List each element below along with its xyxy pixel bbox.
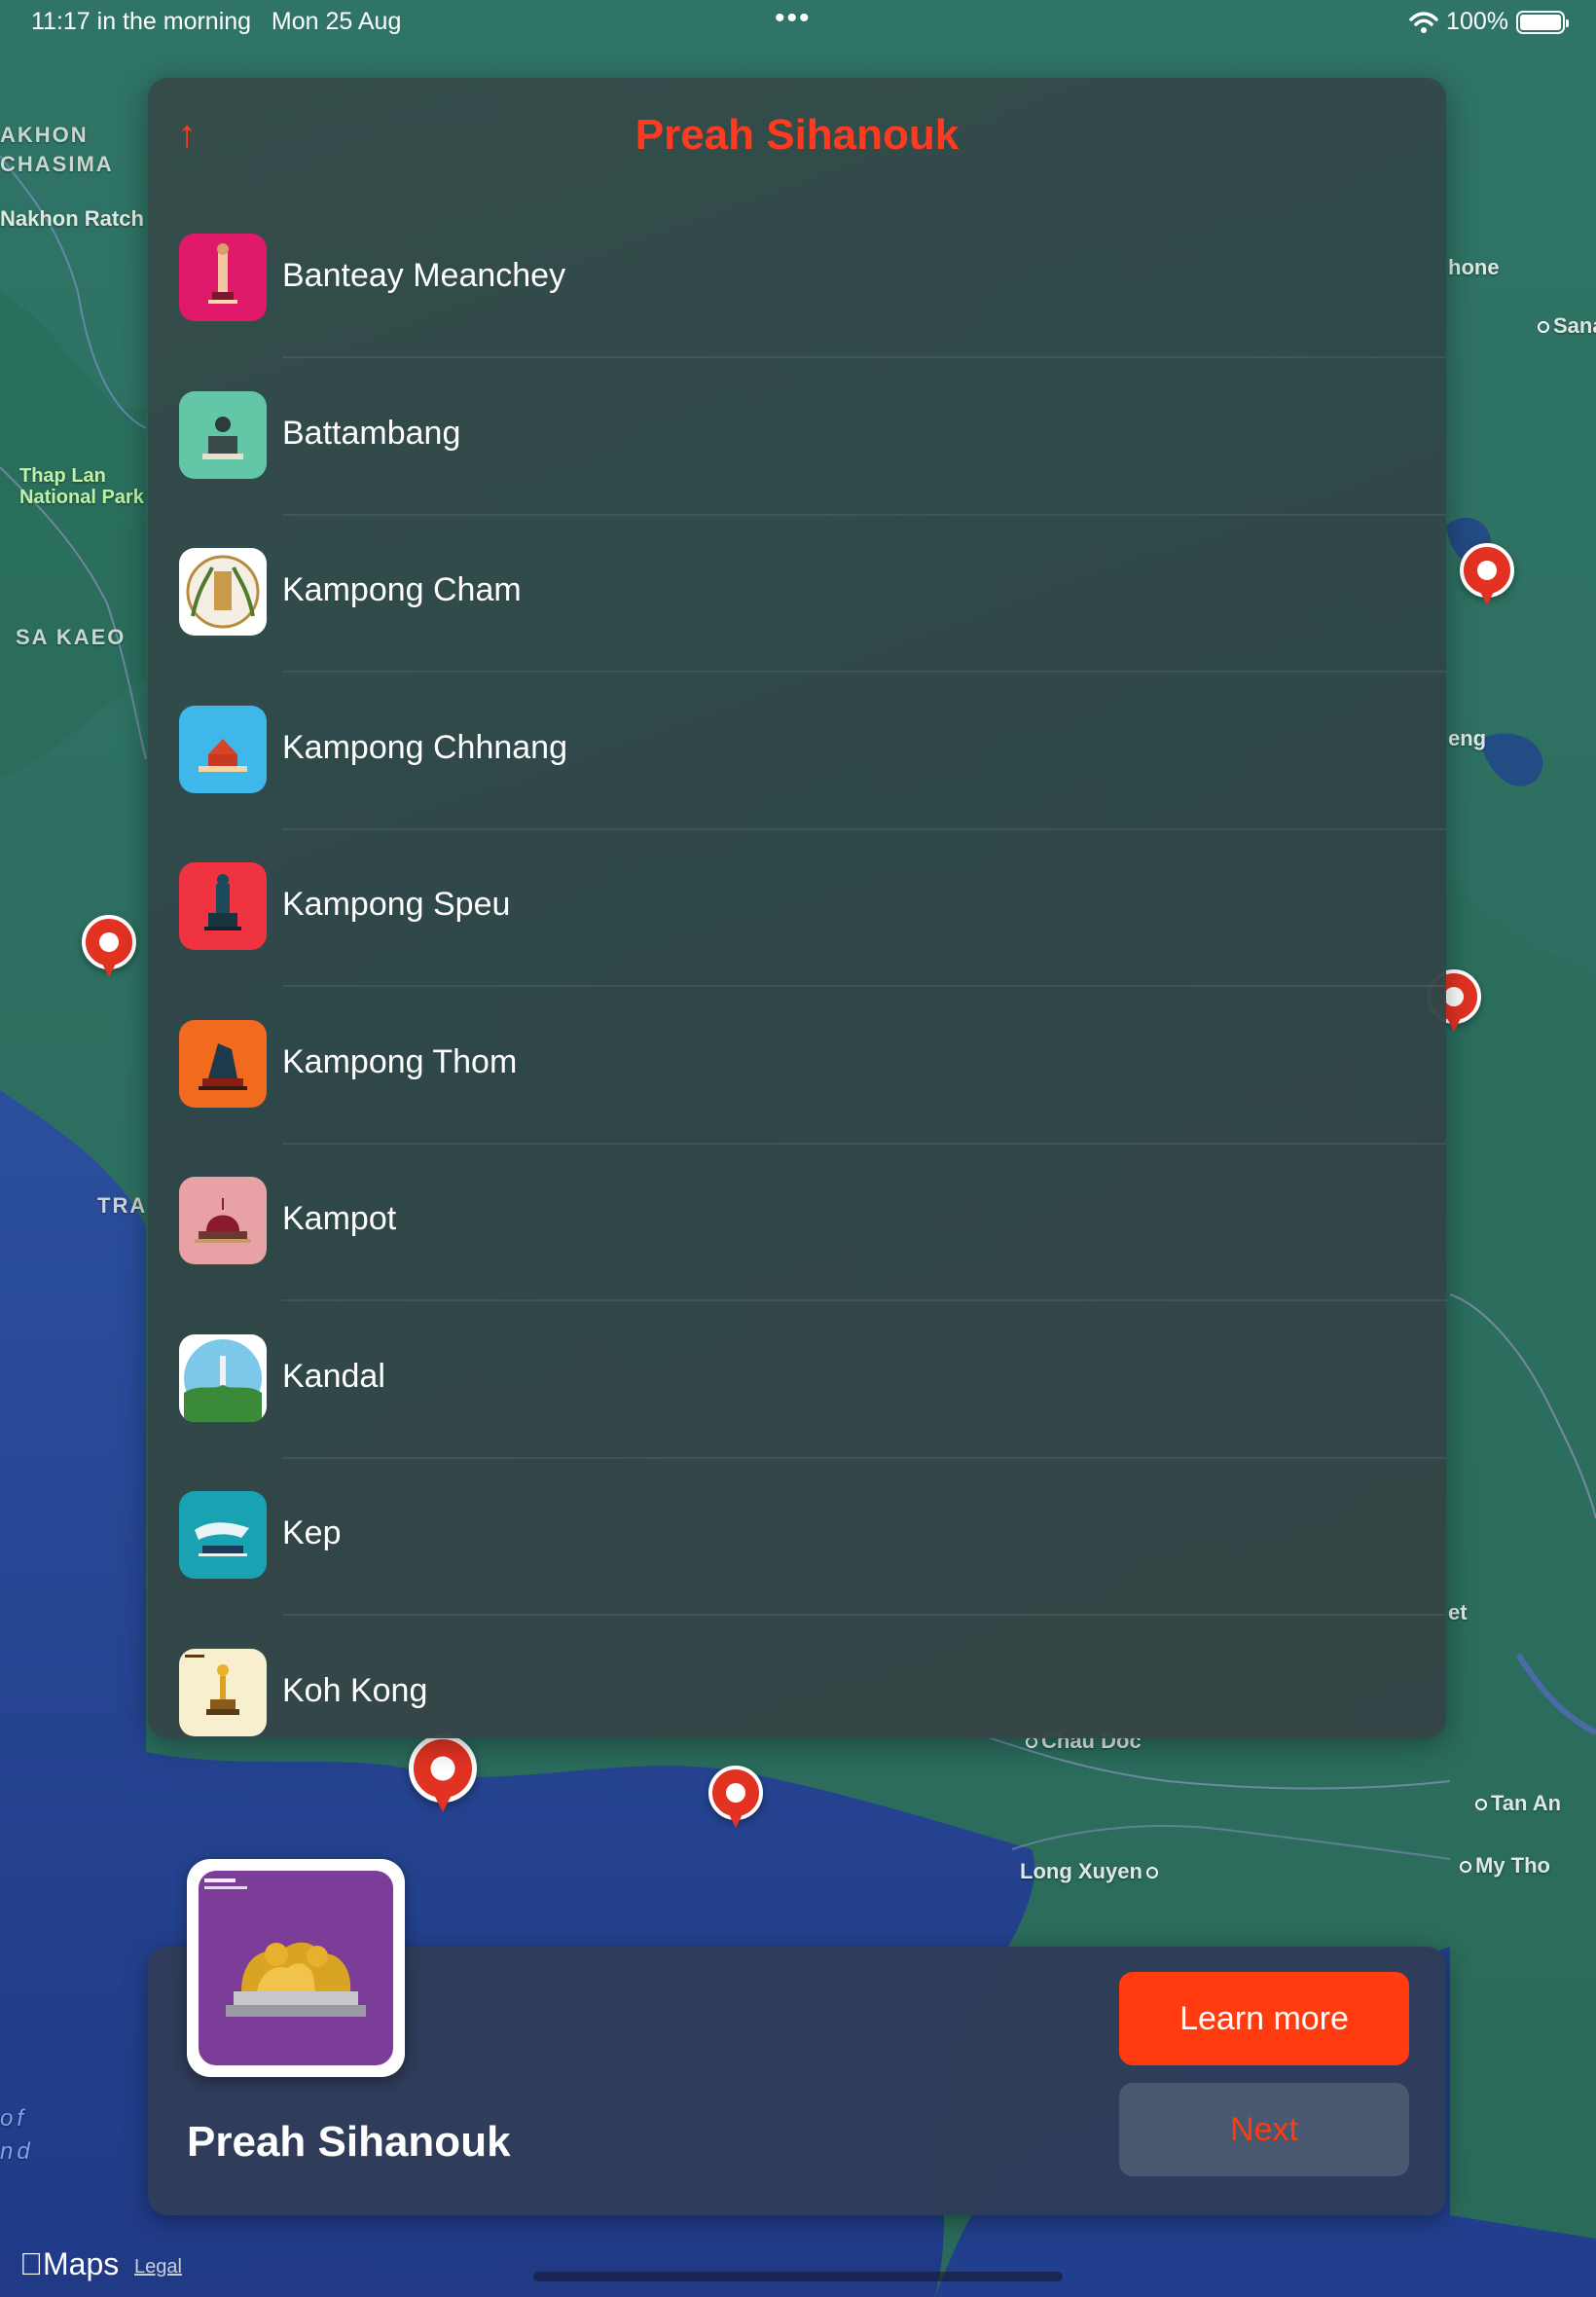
province-name: Koh Kong — [282, 1671, 428, 1709]
row-divider — [282, 513, 1446, 516]
map-label-line: National Park — [19, 487, 144, 508]
featured-province-name: Preah Sihanouk — [187, 2118, 511, 2166]
province-name: Battambang — [282, 414, 461, 452]
map-label-gulf: of nd — [0, 2102, 34, 2169]
list-item[interactable]: Kampot — [148, 1177, 1446, 1334]
map-label-nakhon-ratch: Nakhon Ratch — [0, 206, 144, 231]
map-label-thap-lan: Thap Lan National Park — [19, 465, 144, 508]
row-divider — [282, 827, 1446, 830]
map-label-trat: TRA — [97, 1193, 148, 1218]
list-item[interactable]: Kep — [148, 1491, 1446, 1649]
apple-logo-icon:  — [19, 2246, 43, 2281]
row-divider — [282, 1142, 1446, 1145]
map-label-tan-an: Tan An — [1475, 1791, 1561, 1816]
status-right: 100% — [1409, 8, 1569, 36]
map-label-et: et — [1448, 1600, 1468, 1624]
row-divider — [282, 985, 1446, 987]
map-label-text: Sana — [1553, 313, 1596, 338]
map-label-text: My Tho — [1475, 1853, 1550, 1878]
map-label-nakhon-ratchasima: AKHON CHASIMA — [0, 121, 114, 179]
ellipsis-icon[interactable]: ••• — [775, 2, 812, 35]
list-item[interactable]: Koh Kong — [148, 1648, 1446, 1739]
legal-link[interactable]: Legal — [134, 2256, 182, 2279]
map-label-my-tho: My Tho — [1460, 1853, 1550, 1878]
learn-more-button[interactable]: Learn more — [1119, 1972, 1409, 2065]
map-label-sana: Sana — [1538, 313, 1596, 339]
province-name: Kampong Thom — [282, 1042, 518, 1080]
map-label-line: AKHON — [0, 123, 89, 147]
row-divider — [282, 1456, 1446, 1459]
status-time-text: 11:17 in the morning — [31, 8, 252, 35]
list-item[interactable]: Kandal — [148, 1333, 1446, 1492]
list-item[interactable]: Kampong Chhnang — [148, 705, 1446, 863]
province-name: Kep — [282, 1514, 342, 1551]
map-label-hone: hone — [1448, 255, 1500, 279]
list-item[interactable]: Kampong Speu — [148, 862, 1446, 1020]
map-marker-icon[interactable] — [708, 1766, 763, 1834]
battery-percentage: 100% — [1446, 8, 1508, 35]
province-name: Kampong Chhnang — [282, 728, 568, 766]
kampot-seal-icon — [179, 1177, 267, 1264]
map-label-line: CHASIMA — [0, 152, 114, 176]
list-item[interactable]: Battambang — [148, 390, 1446, 549]
maps-logo-text: Maps — [19, 2246, 119, 2281]
panel-title: Preah Sihanouk — [635, 111, 960, 159]
city-dot-icon — [1460, 1861, 1471, 1874]
kampong-cham-seal-icon — [179, 548, 267, 636]
map-label-text: Tan An — [1491, 1791, 1562, 1815]
row-divider — [282, 1614, 1446, 1616]
list-item[interactable]: Banteay Meanchey — [148, 234, 1446, 391]
map-label-line: Thap Lan — [19, 465, 106, 487]
panel-header: ↑ Preah Sihanouk — [148, 78, 1446, 204]
home-indicator[interactable] — [533, 2272, 1063, 2281]
map-label-line: nd — [0, 2138, 34, 2165]
golden-lions-statue-icon — [187, 1859, 405, 2077]
map-label-long-xuyen: Long Xuyen — [1020, 1859, 1162, 1884]
map-label-line: of — [0, 2105, 28, 2132]
kep-seal-icon — [179, 1491, 267, 1579]
map-label-eng: eng — [1448, 726, 1487, 750]
province-name: Kandal — [282, 1357, 385, 1395]
map-marker-icon[interactable] — [1460, 543, 1514, 611]
city-dot-icon — [1538, 321, 1549, 334]
status-date-text: Mon 25 Aug — [271, 8, 402, 35]
kandal-seal-icon — [179, 1333, 267, 1422]
province-name: Kampong Speu — [282, 886, 511, 923]
status-time: 11:17 in the morning Mon 25 Aug — [31, 8, 401, 36]
koh-kong-seal-icon — [179, 1648, 267, 1736]
kampong-speu-seal-icon — [179, 862, 267, 950]
map-label-text: Long Xuyen — [1020, 1859, 1143, 1883]
map-marker-icon[interactable] — [82, 915, 136, 983]
province-list-panel: ↑ Preah Sihanouk Banteay Meanchey Battamb… — [148, 78, 1446, 1738]
apple-maps-logo: Maps — [19, 2246, 119, 2282]
next-button[interactable]: Next — [1119, 2083, 1409, 2176]
battambang-seal-icon — [179, 390, 267, 479]
map-marker-icon[interactable] — [409, 1734, 477, 1820]
kampong-chhnang-seal-icon — [179, 705, 267, 793]
list-item[interactable]: Kampong Cham — [148, 548, 1446, 706]
province-name: Banteay Meanchey — [282, 257, 566, 294]
list-item[interactable]: Kampong Thom — [148, 1019, 1446, 1178]
map-label-sa-kaeo: SA KAEO — [16, 625, 127, 649]
row-divider — [282, 356, 1446, 358]
row-divider — [282, 671, 1446, 673]
wifi-icon — [1409, 11, 1438, 33]
province-name: Kampot — [282, 1200, 397, 1237]
city-dot-icon — [1475, 1799, 1487, 1811]
city-dot-icon — [1145, 1867, 1158, 1879]
battery-icon — [1516, 10, 1569, 34]
banteay-meanchey-seal-icon — [179, 234, 267, 321]
kampong-thom-seal-icon — [179, 1019, 267, 1108]
province-name: Kampong Cham — [282, 571, 522, 608]
row-divider — [282, 1299, 1446, 1301]
